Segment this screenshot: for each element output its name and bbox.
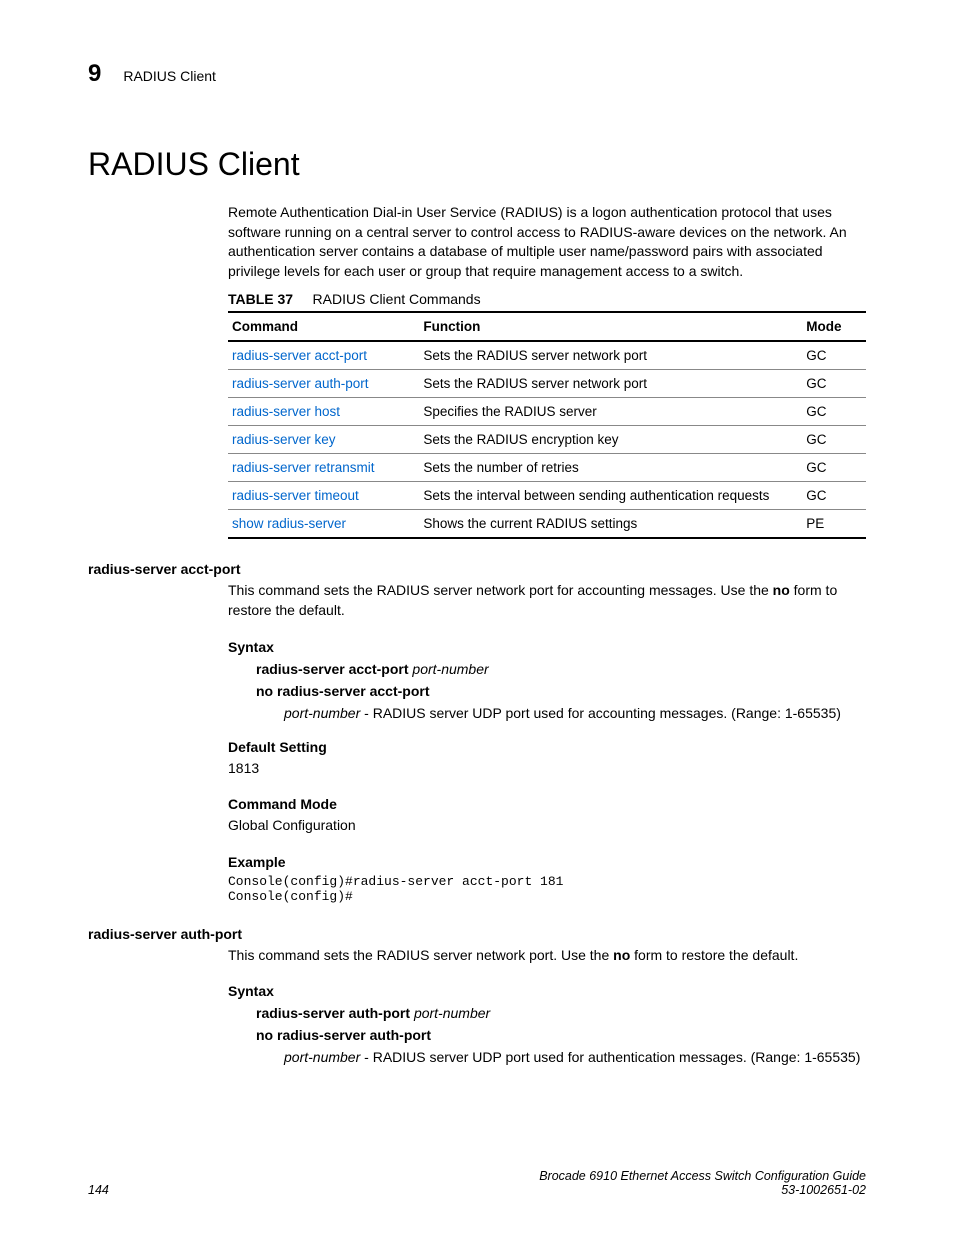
command-link[interactable]: radius-server auth-port: [232, 376, 369, 391]
command-link[interactable]: radius-server acct-port: [232, 348, 367, 363]
syntax-no-line: no radius-server acct-port: [256, 683, 866, 699]
doc-number: 53-1002651-02: [539, 1183, 866, 1197]
intro-block: Remote Authentication Dial-in User Servi…: [228, 203, 866, 539]
table-row: radius-server key Sets the RADIUS encryp…: [228, 426, 866, 454]
function-cell: Sets the interval between sending authen…: [419, 482, 802, 510]
syntax-line: radius-server acct-port port-number: [256, 661, 866, 677]
command-body: This command sets the RADIUS server netw…: [228, 946, 866, 1066]
mode-cell: GC: [802, 454, 866, 482]
table-label: TABLE 37: [228, 291, 293, 307]
table-row: radius-server acct-port Sets the RADIUS …: [228, 341, 866, 370]
function-cell: Sets the RADIUS encryption key: [419, 426, 802, 454]
command-link[interactable]: radius-server key: [232, 432, 336, 447]
function-cell: Sets the RADIUS server network port: [419, 370, 802, 398]
example-label: Example: [228, 854, 866, 870]
commands-table: Command Function Mode radius-server acct…: [228, 311, 866, 539]
command-link[interactable]: radius-server host: [232, 404, 340, 419]
page: 9 RADIUS Client RADIUS Client Remote Aut…: [0, 0, 954, 1235]
table-caption: TABLE 37 RADIUS Client Commands: [228, 291, 866, 307]
page-header: 9 RADIUS Client: [88, 60, 866, 88]
footer-right: Brocade 6910 Ethernet Access Switch Conf…: [539, 1169, 866, 1197]
command-heading: radius-server auth-port: [88, 926, 866, 942]
command-description: This command sets the RADIUS server netw…: [228, 581, 866, 620]
syntax-block: radius-server acct-port port-number no r…: [256, 661, 866, 721]
command-body: This command sets the RADIUS server netw…: [228, 581, 866, 903]
command-heading: radius-server acct-port: [88, 561, 866, 577]
table-row: radius-server auth-port Sets the RADIUS …: [228, 370, 866, 398]
th-function: Function: [419, 312, 802, 341]
page-number: 144: [88, 1183, 109, 1197]
syntax-arg-desc: port-number - RADIUS server UDP port use…: [284, 705, 866, 721]
table-row: radius-server host Specifies the RADIUS …: [228, 398, 866, 426]
mode-cell: GC: [802, 426, 866, 454]
mode-cell: GC: [802, 482, 866, 510]
table-row: radius-server timeout Sets the interval …: [228, 482, 866, 510]
command-link[interactable]: radius-server retransmit: [232, 460, 375, 475]
command-description: This command sets the RADIUS server netw…: [228, 946, 866, 966]
function-cell: Sets the number of retries: [419, 454, 802, 482]
intro-paragraph: Remote Authentication Dial-in User Servi…: [228, 203, 866, 281]
th-command: Command: [228, 312, 419, 341]
syntax-no-line: no radius-server auth-port: [256, 1027, 866, 1043]
table-row: radius-server retransmit Sets the number…: [228, 454, 866, 482]
syntax-block: radius-server auth-port port-number no r…: [256, 1005, 866, 1065]
mode-cell: GC: [802, 370, 866, 398]
section-title: RADIUS Client: [88, 146, 866, 183]
mode-cell: PE: [802, 510, 866, 539]
function-cell: Specifies the RADIUS server: [419, 398, 802, 426]
chapter-title: RADIUS Client: [123, 68, 216, 84]
chapter-number: 9: [88, 60, 101, 88]
table-header-row: Command Function Mode: [228, 312, 866, 341]
mode-cell: GC: [802, 341, 866, 370]
mode-label: Command Mode: [228, 796, 866, 812]
function-cell: Sets the RADIUS server network port: [419, 341, 802, 370]
syntax-arg-desc: port-number - RADIUS server UDP port use…: [284, 1049, 866, 1065]
th-mode: Mode: [802, 312, 866, 341]
doc-title: Brocade 6910 Ethernet Access Switch Conf…: [539, 1169, 866, 1183]
syntax-label: Syntax: [228, 983, 866, 999]
table-caption-text: RADIUS Client Commands: [313, 291, 481, 307]
table-row: show radius-server Shows the current RAD…: [228, 510, 866, 539]
command-link[interactable]: radius-server timeout: [232, 488, 359, 503]
default-value: 1813: [228, 759, 866, 779]
syntax-line: radius-server auth-port port-number: [256, 1005, 866, 1021]
command-link[interactable]: show radius-server: [232, 516, 346, 531]
page-footer: 144 Brocade 6910 Ethernet Access Switch …: [88, 1169, 866, 1197]
default-label: Default Setting: [228, 739, 866, 755]
syntax-label: Syntax: [228, 639, 866, 655]
function-cell: Shows the current RADIUS settings: [419, 510, 802, 539]
mode-cell: GC: [802, 398, 866, 426]
example-code: Console(config)#radius-server acct-port …: [228, 874, 866, 904]
mode-value: Global Configuration: [228, 816, 866, 836]
